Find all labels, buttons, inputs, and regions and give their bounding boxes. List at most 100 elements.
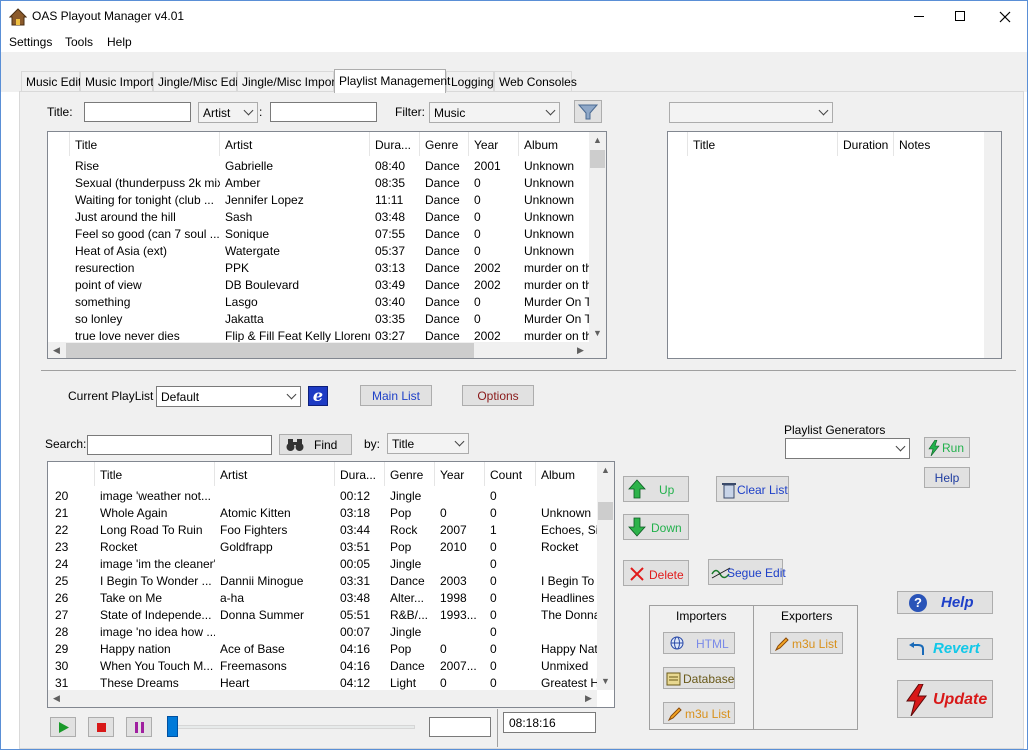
scroll-left-icon[interactable]: ◀ xyxy=(48,693,65,704)
run-button[interactable]: Run xyxy=(924,437,970,458)
pause-button[interactable] xyxy=(126,717,152,737)
field-select[interactable]: Artist xyxy=(198,102,258,123)
stop-button[interactable] xyxy=(88,717,114,737)
export-m3u-button[interactable]: m3u List xyxy=(770,632,843,654)
playlist-cell-title[interactable]: image 'no idea how ... xyxy=(95,624,215,641)
library-cell-title[interactable]: Feel so good (can 7 soul ... xyxy=(70,226,220,243)
playlist-cell-title[interactable]: image 'weather not... xyxy=(95,488,215,505)
current-playlist-select[interactable]: Default xyxy=(156,386,301,407)
tab-playlist-management[interactable]: Playlist Management xyxy=(334,69,450,93)
library-cell-title[interactable]: Waiting for tonight (club ... xyxy=(70,192,220,209)
move-down-button[interactable]: Down xyxy=(623,514,689,540)
scroll-up-icon[interactable]: ▲ xyxy=(589,135,606,145)
scroll-down-icon[interactable]: ▼ xyxy=(597,676,614,686)
help-button[interactable]: ? Help xyxy=(897,591,993,614)
segue-edit-button[interactable]: Segue Edit xyxy=(708,559,786,585)
playlist-cell-title[interactable]: Take on Me xyxy=(95,590,215,607)
library-cell-title[interactable]: resurection xyxy=(70,260,220,277)
side-header-title[interactable]: Title xyxy=(688,132,838,156)
filter-button[interactable] xyxy=(574,100,602,123)
playlist-header-duration[interactable]: Dura... xyxy=(335,462,385,486)
library-vscroll-thumb[interactable] xyxy=(590,150,605,168)
tab-music-edit[interactable]: Music Edit xyxy=(21,71,81,91)
library-vscroll[interactable]: ▲ ▼ xyxy=(589,132,606,342)
seek-track[interactable] xyxy=(171,725,415,729)
library-hscroll-thumb[interactable] xyxy=(66,343,474,358)
side-header-notes[interactable]: Notes xyxy=(894,132,984,156)
library-cell-title[interactable]: Sexual (thunderpuss 2k mix) xyxy=(70,175,220,192)
playlist-vscroll-thumb[interactable] xyxy=(598,502,613,520)
delete-button[interactable]: Delete xyxy=(623,560,689,586)
generators-select[interactable] xyxy=(785,438,910,459)
tab-logging[interactable]: Logging xyxy=(446,71,494,91)
side-vscroll[interactable] xyxy=(984,132,1001,358)
side-header-duration[interactable]: Duration xyxy=(838,132,894,156)
side-list[interactable]: Title Duration Notes xyxy=(667,131,1002,359)
library-hscroll[interactable]: ◀ ▶ xyxy=(48,342,589,358)
cue-time-input[interactable] xyxy=(429,717,491,737)
maximize-button[interactable] xyxy=(939,1,981,32)
field-search-input[interactable] xyxy=(270,102,377,122)
browser-icon[interactable]: e xyxy=(308,386,328,406)
search-by-select[interactable]: Title xyxy=(387,433,469,454)
generator-help-button[interactable]: Help xyxy=(924,467,970,488)
find-button[interactable]: Find xyxy=(279,434,352,455)
scroll-left-icon[interactable]: ◀ xyxy=(48,345,65,356)
library-cell-title[interactable]: Heat of Asia (ext) xyxy=(70,243,220,260)
scroll-right-icon[interactable]: ▶ xyxy=(572,345,589,356)
library-header-duration[interactable]: Dura... xyxy=(370,132,420,156)
library-header-artist[interactable]: Artist xyxy=(220,132,370,156)
title-search-input[interactable] xyxy=(84,102,191,122)
library-list[interactable]: Title Artist Dura... Genre Year Album Ri… xyxy=(47,131,607,359)
library-cell-title[interactable]: so lonley xyxy=(70,311,220,328)
playlist-cell-title[interactable]: When You Touch M... xyxy=(95,658,215,675)
library-cell-title[interactable]: point of view xyxy=(70,277,220,294)
library-cell-title[interactable]: Rise xyxy=(70,158,220,175)
scroll-right-icon[interactable]: ▶ xyxy=(580,693,597,704)
playlist-cell-title[interactable]: State of Independe... xyxy=(95,607,215,624)
playlist-search-input[interactable] xyxy=(87,435,272,455)
playlist-cell-title[interactable]: Happy nation xyxy=(95,641,215,658)
play-button[interactable] xyxy=(50,717,76,737)
playlist-cell-title[interactable]: image 'im the cleaner' xyxy=(95,556,215,573)
close-button[interactable] xyxy=(983,1,1027,32)
library-header-year[interactable]: Year xyxy=(469,132,519,156)
clear-list-button[interactable]: Clear List xyxy=(716,476,789,502)
tab-music-import[interactable]: Music Import xyxy=(80,71,154,91)
menu-help[interactable]: Help xyxy=(107,35,132,49)
playlist-list[interactable]: Title Artist Dura... Genre Year Count Al… xyxy=(47,461,615,708)
import-html-button[interactable]: HTML xyxy=(663,632,735,654)
library-header-title[interactable]: Title xyxy=(70,132,220,156)
seek-slider-thumb[interactable] xyxy=(167,716,178,737)
scroll-down-icon[interactable]: ▼ xyxy=(589,328,606,338)
tab-web-consoles[interactable]: Web Consoles xyxy=(494,71,577,91)
tab-jingle-misc-import[interactable]: Jingle/Misc Import xyxy=(237,71,339,91)
playlist-header-album[interactable]: Album xyxy=(536,462,598,486)
playlist-header-count[interactable]: Count xyxy=(485,462,536,486)
options-button[interactable]: Options xyxy=(462,385,534,406)
update-button[interactable]: Update xyxy=(897,680,993,718)
scroll-up-icon[interactable]: ▲ xyxy=(597,465,614,475)
playlist-cell-title[interactable]: Long Road To Ruin xyxy=(95,522,215,539)
minimize-button[interactable] xyxy=(899,1,939,32)
playlist-header-year[interactable]: Year xyxy=(435,462,485,486)
playlist-header-artist[interactable]: Artist xyxy=(215,462,335,486)
filter-select[interactable]: Music xyxy=(429,102,560,123)
right-list-select[interactable] xyxy=(669,102,833,123)
playlist-header-genre[interactable]: Genre xyxy=(385,462,435,486)
revert-button[interactable]: Revert xyxy=(897,638,993,660)
library-cell-title[interactable]: Just around the hill xyxy=(70,209,220,226)
menu-settings[interactable]: Settings xyxy=(9,35,52,49)
import-m3u-button[interactable]: m3u List xyxy=(663,702,735,724)
library-header-genre[interactable]: Genre xyxy=(420,132,469,156)
move-up-button[interactable]: Up xyxy=(623,476,689,502)
playlist-cell-title[interactable]: I Begin To Wonder ... xyxy=(95,573,215,590)
playlist-header-title[interactable]: Title xyxy=(95,462,215,486)
playlist-cell-title[interactable]: Whole Again xyxy=(95,505,215,522)
playlist-cell-title[interactable]: Rocket xyxy=(95,539,215,556)
playlist-hscroll[interactable]: ◀ ▶ xyxy=(48,690,597,707)
playlist-vscroll[interactable]: ▲ ▼ xyxy=(597,462,614,690)
library-header-album[interactable]: Album xyxy=(519,132,589,156)
main-list-button[interactable]: Main List xyxy=(360,385,432,406)
library-cell-title[interactable]: something xyxy=(70,294,220,311)
